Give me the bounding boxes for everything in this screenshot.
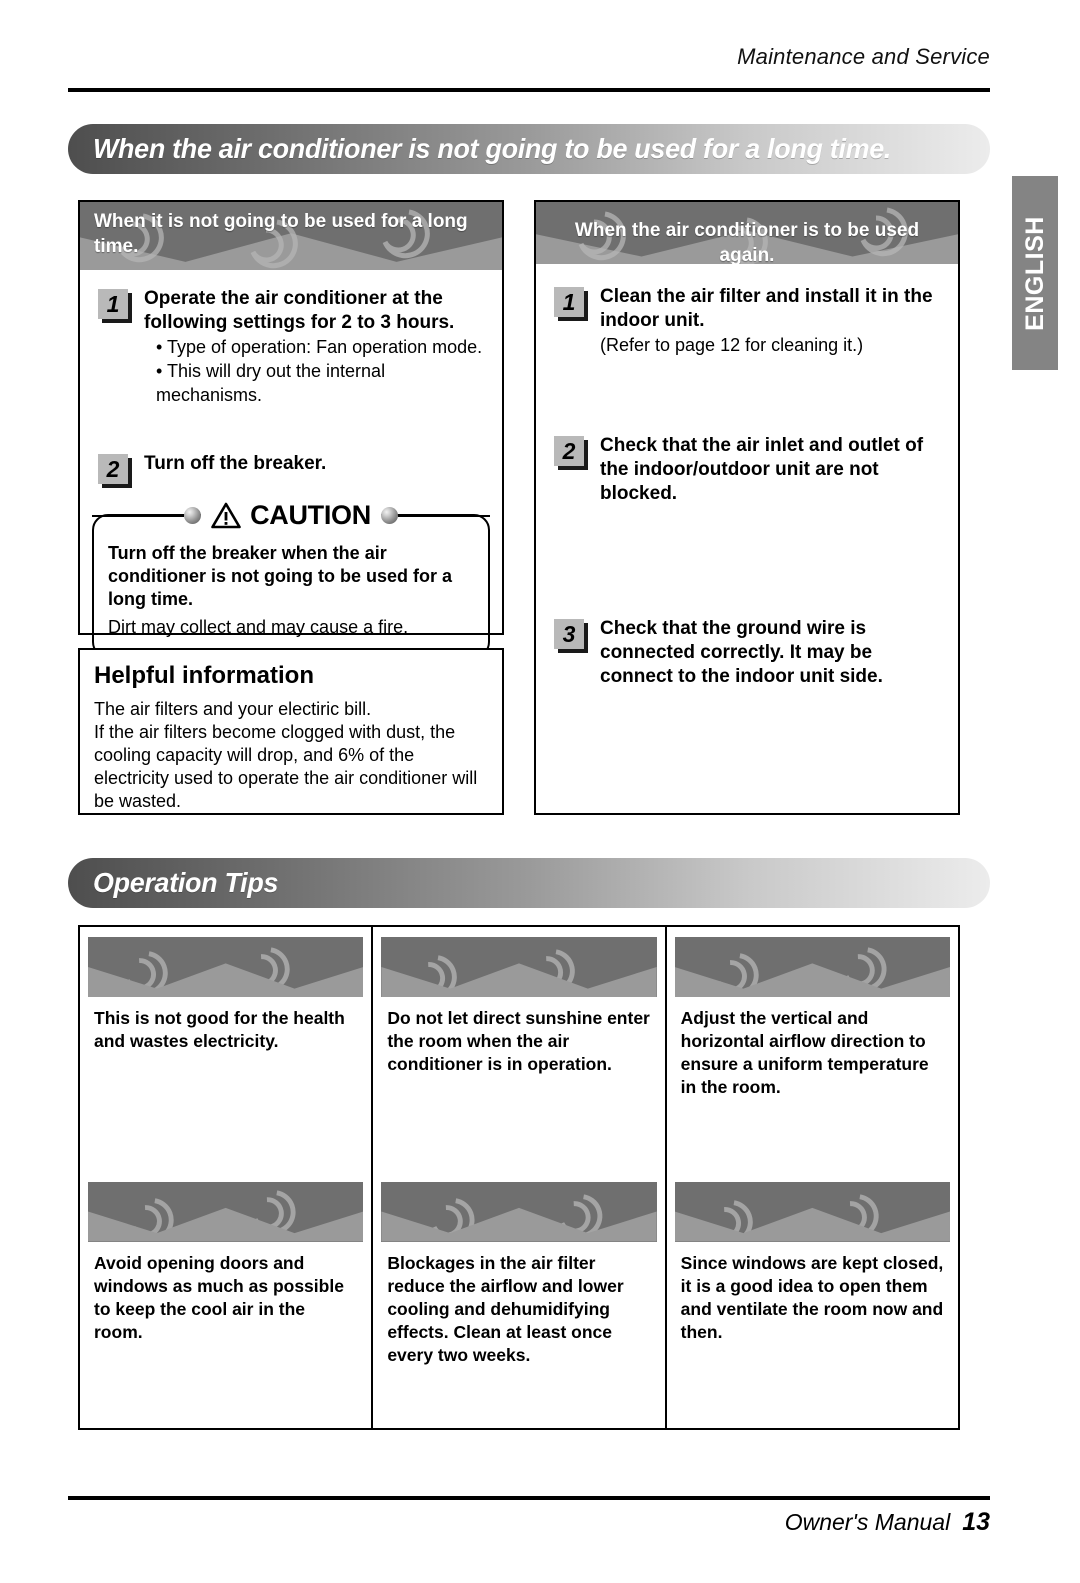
helpful-information-content: Helpful information The air filters and … [80,650,502,825]
step-title: Turn off the breaker. [144,453,327,474]
caution-note: Dirt may collect and may cause a fire. [108,617,409,637]
panel-used-again: When the air conditioner is to be used a… [534,200,960,815]
tips-column: Keep the room temperature uniform. Adjus… [667,927,958,1428]
tips-column: Do not overcool the room. This is not go… [80,927,374,1428]
step-item: 3 Check that the ground wire is connecte… [550,616,944,689]
badge-number: 1 [554,287,584,317]
tips-column: Keep blinds or curtains closed. Do not l… [373,927,667,1428]
caution-title-group: CAUTION [201,499,381,531]
step-content: Operate the air conditioner at the follo… [144,286,488,407]
panel-not-in-use-steps: 1 Operate the air conditioner at the fol… [80,270,502,488]
spiral-motif-icon [88,937,363,997]
panel-helpful-information: Helpful information The air filters and … [78,648,504,815]
section-banner-long-time: When the air conditioner is not going to… [68,124,990,174]
step-item: 2 Check that the air inlet and outlet of… [550,433,944,506]
step-note: (Refer to page 12 for cleaning it.) [600,335,864,355]
tip-cell: Keep blinds or curtains closed. Do not l… [381,937,657,1174]
spiral-motif-icon [88,1182,363,1242]
panel-used-again-header-label: When the air conditioner is to be used a… [574,220,920,264]
operation-tips-grid: Do not overcool the room. This is not go… [78,925,960,1430]
badge-number: 2 [554,436,584,466]
step-number-badge: 2 [554,436,588,470]
sphere-ornament-icon [184,506,202,524]
step-item: 1 Operate the air conditioner at the fol… [94,286,488,407]
step-bullets: • Type of operation: Fan operation mode.… [144,335,488,407]
helpful-information-line: The air filters and your electiric bill. [94,699,372,719]
tip-header: Keep the room temperature uniform. [674,937,950,997]
tip-header: Do not overcool the room. [88,937,364,997]
tip-body-text: Do not let direct sunshine enter the roo… [387,1008,650,1074]
tip-header: Ventilate the room occasionally. [674,1181,950,1242]
page-number: 13 [962,1508,990,1536]
tip-body-text: Since windows are kept closed, it is a g… [680,1252,944,1342]
tip-body-text: Avoid opening doors and windows as much … [94,1252,344,1342]
caution-block: CAUTION Turn off the breaker when the ai… [92,498,491,658]
footer: Owner's Manual 13 [68,1508,990,1537]
language-tab-english: ENGLISH [1012,176,1058,370]
tip-body-text: Adjust the vertical and horizontal airfl… [680,1008,929,1097]
spiral-motif-icon [675,1182,950,1242]
step-title: Check that the ground wire is connected … [600,618,883,687]
warning-triangle-icon [211,502,241,528]
tip-cell: Clean the air filter regularly. Blockage… [381,1181,657,1419]
step-content: Check that the ground wire is connected … [600,616,944,689]
panel-not-in-use-header-label: When it is not going to be used for a lo… [94,211,468,257]
tip-header: Make sure that the doors and windows are… [88,1181,364,1242]
panel-used-again-steps: 1 Clean the air filter and install it in… [536,264,958,689]
caution-box: Turn off the breaker when the air condit… [92,514,490,658]
spiral-motif-icon [675,937,950,997]
panel-not-in-use: When it is not going to be used for a lo… [78,200,504,658]
tip-body-text: This is not good for the health and wast… [94,1008,345,1051]
step-number-badge: 1 [554,287,588,321]
footer-label: Owner's Manual [784,1509,951,1535]
helpful-information-line: If the air filters become clogged with d… [94,722,478,811]
running-head: Maintenance and Service [737,44,990,69]
step-content: Check that the air inlet and outlet of t… [600,433,944,506]
header-rule [68,88,990,92]
helpful-information-title: Helpful information [94,662,314,689]
tip-cell: Make sure that the doors and windows are… [88,1181,364,1419]
step-title: Clean the air filter and install it in t… [600,286,933,331]
section-banner-operation-tips-label: Operation Tips [92,867,279,898]
badge-number: 1 [98,289,128,319]
step-number-badge: 3 [554,619,588,653]
step-number-badge: 1 [98,289,132,323]
panel-used-again-header: When the air conditioner is to be used a… [536,202,958,264]
badge-number: 2 [98,454,128,484]
caution-header: CAUTION [92,498,491,532]
tip-cell: Ventilate the room occasionally. Since w… [674,1181,950,1419]
step-bullet: • This will dry out the internal mechani… [156,361,386,405]
manual-page: Maintenance and Service When the air con… [0,0,1080,1583]
step-title: Operate the air conditioner at the follo… [144,288,455,333]
panel-not-in-use-header: When it is not going to be used for a lo… [80,202,502,270]
spiral-motif-icon [381,1182,656,1242]
section-banner-long-time-label: When the air conditioner is not going to… [92,133,892,164]
caution-label: CAUTION [250,499,371,530]
caution-rule-right [397,514,491,517]
step-item: 2 Turn off the breaker. [94,451,488,488]
step-content: Clean the air filter and install it in t… [600,284,944,357]
step-title: Check that the air inlet and outlet of t… [600,435,924,504]
sphere-ornament-icon [380,506,398,524]
step-bullet: • Type of operation: Fan operation mode. [156,337,483,357]
tip-header: Clean the air filter regularly. [381,1181,657,1242]
tip-cell: Keep the room temperature uniform. Adjus… [674,937,950,1174]
section-banner-operation-tips: Operation Tips [68,858,990,908]
caution-bold-text: Turn off the breaker when the air condit… [108,543,452,609]
badge-number: 3 [554,619,584,649]
tip-header: Keep blinds or curtains closed. [381,937,657,997]
tip-body-text: Blockages in the air filter reduce the a… [387,1252,624,1365]
tip-cell: Do not overcool the room. This is not go… [88,937,364,1174]
footer-rule [68,1496,990,1500]
spiral-motif-icon [381,937,656,997]
step-content: Turn off the breaker. [144,451,488,476]
caution-rule-left [92,514,185,517]
step-item: 1 Clean the air filter and install it in… [550,284,944,357]
language-tab-label: ENGLISH [1020,215,1049,331]
step-number-badge: 2 [98,454,132,488]
